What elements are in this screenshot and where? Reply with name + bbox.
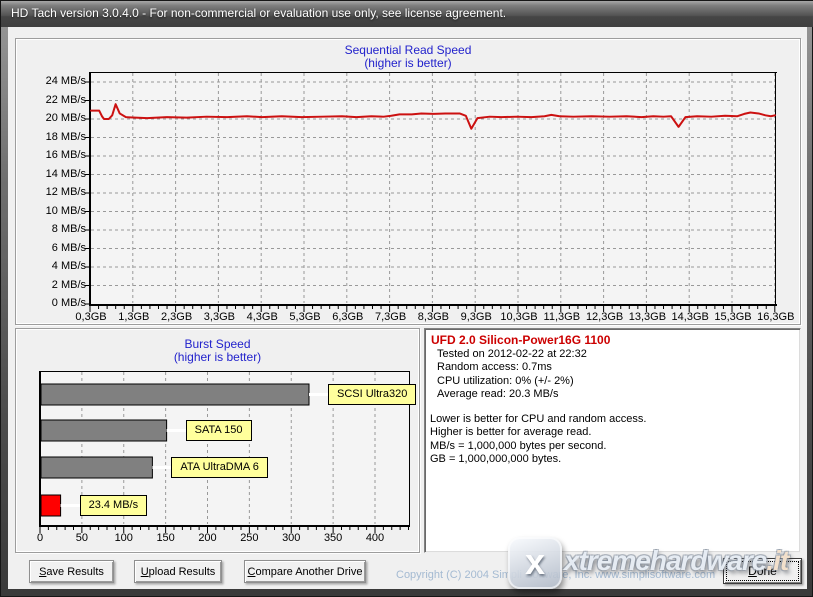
drive-name: UFD 2.0 Silicon-Power16G 1100 — [431, 333, 611, 347]
sequential-read-panel: Sequential Read Speed (higher is better)… — [15, 38, 801, 325]
compare-another-drive-button[interactable]: Compare Another Drive — [244, 560, 366, 583]
note-higher-better: Higher is better for average read. — [430, 426, 592, 438]
x-axis-tick-label: 0,3GB — [75, 311, 107, 323]
upload-results-button[interactable]: Upload Results — [134, 560, 222, 583]
y-axis-tick-label: 24 MB/s — [45, 75, 86, 87]
y-axis-tick-label: 0 MB/s — [51, 297, 86, 309]
x-axis-tick-label: 3,3GB — [203, 311, 235, 323]
burst-bar-label: 23.4 MB/s — [79, 495, 148, 516]
window-title: HD Tach version 3.0.4.0 - For non-commer… — [11, 6, 507, 20]
x-axis-tick-label: 16,3GB — [757, 311, 795, 323]
burst-chart-subtitle: (higher is better) — [173, 350, 262, 364]
x-axis-tick-label: 8,3GB — [417, 311, 449, 323]
burst-x-tick-label: 250 — [240, 532, 259, 544]
x-axis-tick-label: 2,3GB — [161, 311, 193, 323]
save-label: ave Results — [46, 565, 104, 578]
burst-x-tick-label: 300 — [282, 532, 301, 544]
x-axis-tick-label: 12,3GB — [585, 311, 624, 323]
sequential-read-plot — [85, 72, 777, 312]
note-gb-definition: GB = 1,000,000,000 bytes. — [430, 453, 562, 465]
x-axis-tick-label: 11,3GB — [543, 311, 581, 323]
y-axis-tick-label: 4 MB/s — [51, 260, 86, 272]
burst-speed-panel: Burst Speed (higher is better) SCSI Ultr… — [15, 328, 420, 553]
burst-x-tick-label: 100 — [114, 532, 133, 544]
x-axis-tick-label: 1,3GB — [118, 311, 150, 323]
sequential-chart-subtitle: (higher is better) — [364, 56, 452, 70]
compare-label: ompare Another Drive — [255, 565, 363, 578]
info-tested-on: Tested on 2012-02-22 at 22:32 — [437, 348, 587, 360]
done-accesskey: D — [748, 564, 757, 578]
burst-x-tick-label: 200 — [198, 532, 217, 544]
upload-label: pload Results — [148, 565, 216, 578]
y-axis-tick-label: 8 MB/s — [51, 223, 86, 235]
app-window: HD Tach version 3.0.4.0 - For non-commer… — [0, 0, 813, 597]
note-lower-better: Lower is better for CPU and random acces… — [430, 413, 647, 425]
y-axis-tick-label: 18 MB/s — [45, 130, 86, 143]
burst-bar-label: SATA 150 — [185, 420, 252, 441]
y-axis-tick-label: 12 MB/s — [45, 186, 86, 198]
y-axis-tick-label: 20 MB/s — [45, 112, 86, 124]
y-axis-tick-label: 16 MB/s — [45, 149, 86, 161]
burst-bar-label: SCSI Ultra320 — [328, 384, 417, 405]
x-axis-tick-label: 7,3GB — [375, 311, 407, 323]
burst-bar-2 — [40, 456, 153, 479]
burst-x-tick-label: 400 — [365, 532, 385, 544]
x-axis-tick-label: 14,3GB — [671, 311, 709, 323]
title-bar[interactable]: HD Tach version 3.0.4.0 - For non-commer… — [1, 1, 813, 27]
x-axis-tick-label: 9,3GB — [460, 311, 492, 323]
burst-x-tick-label: 150 — [156, 532, 175, 544]
burst-x-tick-label: 50 — [75, 532, 88, 544]
burst-bar-3 — [40, 494, 62, 517]
burst-x-tick-label: 350 — [323, 532, 343, 544]
save-results-button[interactable]: Save Results — [29, 560, 114, 583]
y-axis-tick-label: 10 MB/s — [45, 204, 86, 217]
drive-info-panel: UFD 2.0 Silicon-Power16G 1100 Tested on … — [424, 328, 801, 553]
x-axis-tick-label: 6,3GB — [332, 311, 364, 323]
info-average-read: Average read: 20.3 MB/s — [437, 388, 559, 400]
y-axis-tick-label: 22 MB/s — [45, 93, 86, 106]
burst-bar-1 — [40, 419, 168, 442]
info-cpu-utilization: CPU utilization: 0% (+/- 2%) — [437, 375, 574, 387]
note-mbs-definition: MB/s = 1,000,000 bytes per second. — [430, 440, 607, 452]
info-random-access: Random access: 0.7ms — [437, 361, 552, 373]
y-axis-tick-label: 2 MB/s — [51, 278, 86, 291]
burst-x-tick-label: 0 — [36, 532, 44, 544]
client-area: Sequential Read Speed (higher is better)… — [8, 27, 807, 589]
y-axis-tick-label: 6 MB/s — [51, 241, 86, 254]
done-label: one — [756, 564, 777, 578]
upload-accesskey: U — [140, 565, 149, 578]
y-axis-tick-label: 14 MB/s — [45, 167, 86, 180]
done-button[interactable]: Done — [723, 558, 802, 584]
x-axis-tick-label: 5,3GB — [289, 311, 321, 323]
copyright-text: Copyright (C) 2004 Simpli Software, Inc.… — [396, 569, 716, 581]
x-axis-tick-label: 4,3GB — [246, 311, 278, 323]
x-axis-tick-label: 15,3GB — [714, 311, 752, 323]
sequential-chart-title: Sequential Read Speed — [344, 43, 472, 57]
burst-chart-title: Burst Speed — [184, 337, 251, 351]
burst-bar-0 — [40, 383, 310, 406]
burst-bar-label: ATA UltraDMA 6 — [171, 457, 268, 478]
x-axis-tick-label: 13,3GB — [628, 311, 667, 323]
x-axis-tick-label: 10,3GB — [500, 311, 538, 323]
